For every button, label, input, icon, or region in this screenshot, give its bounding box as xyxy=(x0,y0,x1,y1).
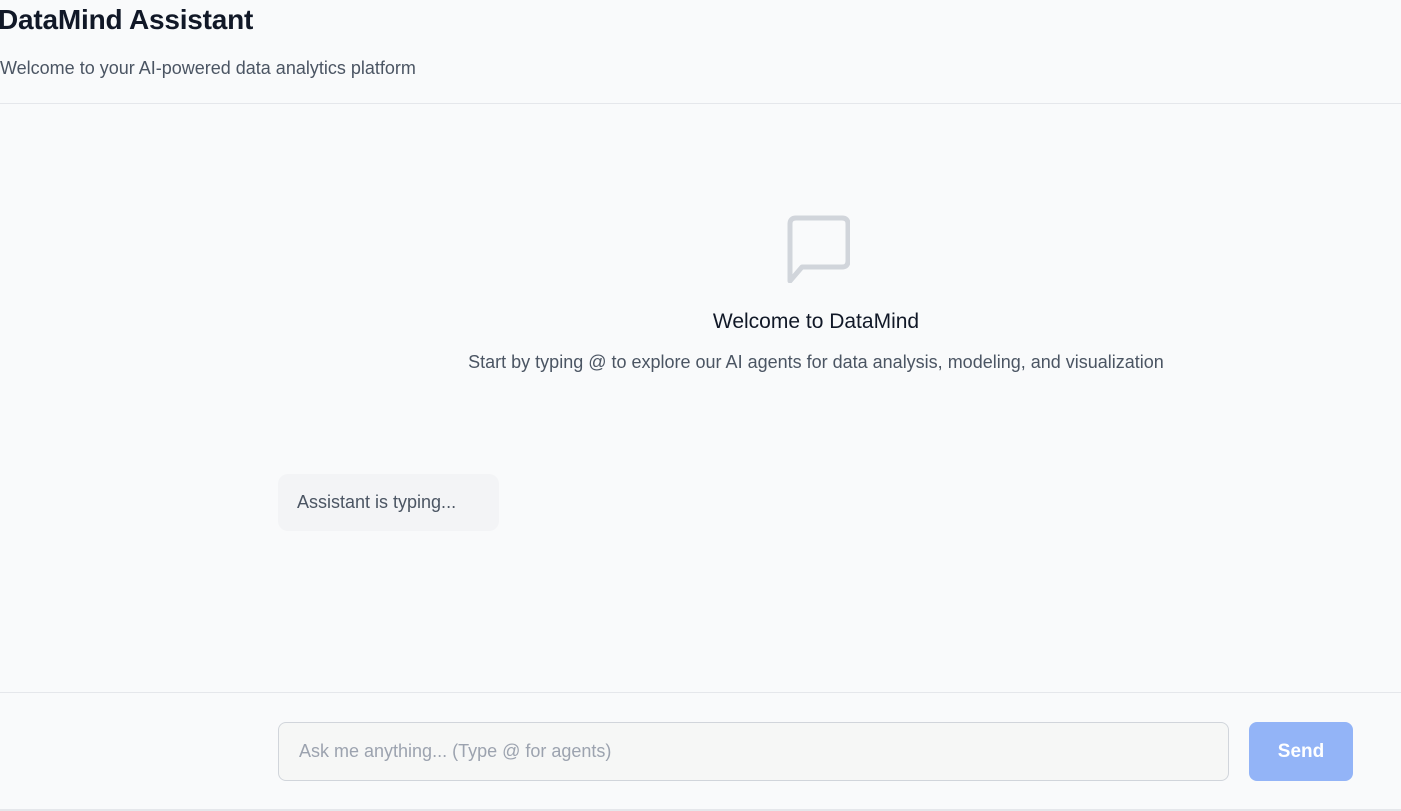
empty-state-description: Start by typing @ to explore our AI agen… xyxy=(468,352,1164,372)
typing-indicator-text: Assistant is typing... xyxy=(297,492,457,512)
page-header: DataMind Assistant Welcome to your AI-po… xyxy=(0,0,1401,104)
send-button[interactable]: Send xyxy=(1249,722,1353,781)
app-title: DataMind Assistant xyxy=(0,4,254,35)
empty-state-title: Welcome to DataMind xyxy=(712,310,920,333)
chat-messages-area[interactable] xyxy=(0,104,1401,692)
chat-bubble-icon xyxy=(787,215,850,283)
typing-indicator: Assistant is typing... xyxy=(278,474,499,531)
message-input[interactable] xyxy=(278,722,1229,781)
app-page: DataMind Assistant Welcome to your AI-po… xyxy=(0,0,1401,811)
app-subtitle: Welcome to your AI-powered data analytic… xyxy=(0,58,416,78)
